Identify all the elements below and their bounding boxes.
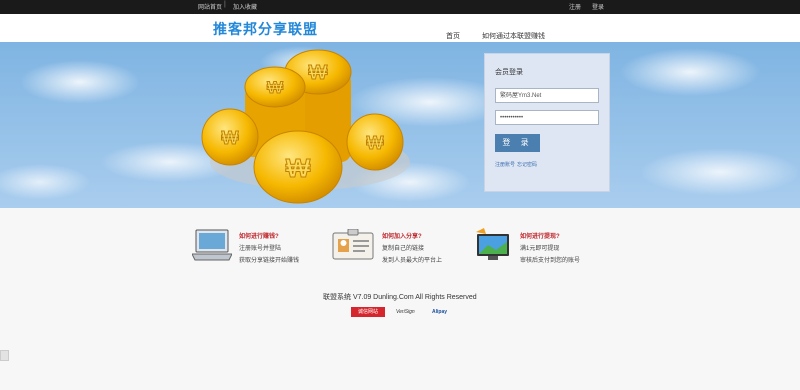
svg-text:₩: ₩: [309, 62, 328, 84]
login-panel: 会员登录 繁码屋Ym3.Net ••••••••••• 登 录 注册账号 忘记密…: [484, 53, 610, 192]
feature-earn-line1: 注册账号并登陆: [239, 246, 282, 252]
trusted-site-badge[interactable]: 诚信网站: [351, 307, 385, 317]
top-separator: |: [224, 1, 226, 8]
register-account-link[interactable]: 注册账号: [495, 161, 515, 168]
svg-text:₩: ₩: [286, 153, 311, 183]
verisign-badge[interactable]: VeriSign: [396, 307, 415, 317]
copyright-text: 联盟系统 V7.09 Dunling.Com All Rights Reserv…: [323, 294, 477, 301]
register-link[interactable]: 注册: [569, 2, 581, 11]
feature-withdraw-line2: 审核后支付到您的账号: [520, 258, 581, 264]
svg-text:₩: ₩: [367, 133, 384, 153]
alipay-badge[interactable]: Alipay: [432, 307, 447, 317]
feature-withdraw-title: 如何进行提现?: [520, 234, 560, 240]
favorite-link[interactable]: 加入收藏: [233, 2, 257, 11]
coins-illustration: ₩ ₩ ₩ ₩ ₩: [201, 49, 410, 204]
monitor-icon: [476, 228, 509, 260]
home-link[interactable]: 网站首页: [198, 2, 222, 11]
feature-join-line1: 复制自己的链接: [382, 246, 425, 252]
feature-earn-title: 如何进行赚钱?: [239, 234, 279, 240]
username-field[interactable]: 繁码屋Ym3.Net: [495, 88, 599, 103]
id-card-icon: [332, 229, 374, 260]
svg-text:₩: ₩: [222, 128, 239, 148]
login-title: 会员登录: [495, 69, 523, 76]
feature-join-title: 如何加入分享?: [382, 234, 422, 240]
site-logo[interactable]: 推客邦分享联盟: [213, 19, 318, 39]
feature-join-line2: 发到人员最大的平台上: [382, 258, 443, 264]
nav-how-to-earn[interactable]: 如何通过本联盟赚钱: [482, 31, 545, 41]
forgot-password-link[interactable]: 忘记密码: [517, 161, 537, 168]
side-scroll-tab[interactable]: [0, 350, 9, 361]
password-field[interactable]: •••••••••••: [495, 110, 599, 125]
top-bar: 网站首页 | 加入收藏 注册 登录: [0, 0, 800, 14]
feature-earn-line2: 获取分享链接开始赚钱: [239, 258, 300, 264]
laptop-icon: [192, 229, 232, 261]
svg-text:₩: ₩: [267, 78, 284, 97]
hero-banner: ₩ ₩ ₩ ₩ ₩ 会员登录 繁码屋Ym3.Net ••••••••••• 登 …: [0, 42, 800, 208]
header: 推客邦分享联盟 首页 如何通过本联盟赚钱: [0, 14, 800, 42]
feature-withdraw-line1: 满1元即可提现: [520, 246, 560, 252]
nav-home[interactable]: 首页: [446, 31, 460, 41]
login-link[interactable]: 登录: [592, 2, 604, 11]
login-button[interactable]: 登 录: [495, 134, 540, 152]
